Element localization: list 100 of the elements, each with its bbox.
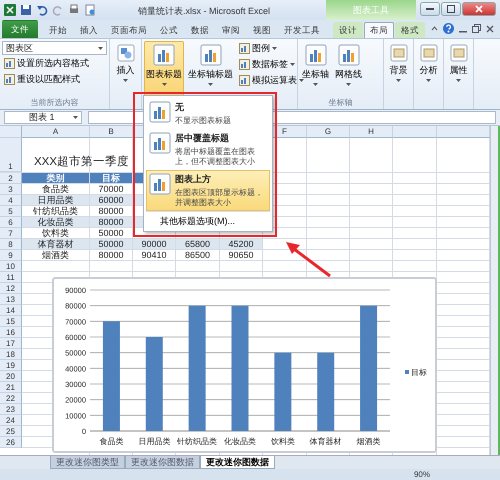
row-header[interactable]: 3 bbox=[0, 184, 22, 195]
row-header[interactable]: 8 bbox=[0, 239, 22, 250]
legend-label: 目标 bbox=[411, 368, 427, 377]
row-header[interactable]: 17 bbox=[0, 338, 22, 349]
close-icon[interactable] bbox=[486, 24, 494, 32]
column-header[interactable]: B bbox=[90, 126, 133, 138]
more-options-item[interactable]: 其他标题选项(M)... bbox=[146, 211, 270, 229]
menu-item-description: 将居中标题覆盖在图表上，但不调整图表大小 bbox=[175, 147, 256, 167]
ribbon-button[interactable]: 属性 bbox=[448, 41, 470, 109]
caret-icon bbox=[272, 47, 277, 50]
vertical-scrollbar[interactable] bbox=[490, 126, 500, 455]
caret-icon bbox=[299, 79, 304, 82]
row-header[interactable]: 6 bbox=[0, 217, 22, 228]
column-header[interactable]: H bbox=[350, 126, 393, 138]
bar-chart-icon bbox=[153, 44, 175, 66]
minimize-button[interactable] bbox=[420, 2, 440, 16]
format-command[interactable]: 重设以匹配样式 bbox=[2, 72, 107, 87]
shapes-icon bbox=[116, 44, 134, 62]
column-header[interactable]: A bbox=[22, 126, 90, 138]
insert-button[interactable]: 插入 bbox=[114, 41, 136, 109]
print-preview-icon[interactable] bbox=[68, 4, 80, 16]
menu-item[interactable]: 图表上方 在图表区顶部显示标题，并调整图表大小 bbox=[146, 170, 270, 211]
row-header[interactable]: 4 bbox=[0, 195, 22, 206]
ribbon-tab[interactable]: 开始 bbox=[43, 22, 73, 38]
row-header[interactable]: 10 bbox=[0, 261, 22, 272]
row-header[interactable]: 5 bbox=[0, 206, 22, 217]
row-header[interactable]: 22 bbox=[0, 393, 22, 404]
collapse-ribbon-icon[interactable] bbox=[431, 26, 438, 31]
ribbon-tab[interactable]: 布局 bbox=[364, 22, 394, 38]
row-header[interactable]: 2 bbox=[0, 173, 22, 184]
caret-icon bbox=[346, 83, 351, 86]
sheet-tab[interactable]: 更改迷你图类型 bbox=[50, 456, 125, 469]
row-header[interactable]: 24 bbox=[0, 415, 22, 426]
maximize-icon bbox=[447, 5, 455, 13]
x-tick-label: 针纺织品类 bbox=[177, 437, 218, 446]
row-header[interactable]: 9 bbox=[0, 250, 22, 261]
row-header[interactable]: 11 bbox=[0, 272, 22, 283]
menu-item-title: 图表上方 bbox=[175, 173, 212, 186]
row-header[interactable]: 19 bbox=[0, 360, 22, 371]
format-icon bbox=[4, 58, 15, 69]
row-header[interactable]: 23 bbox=[0, 404, 22, 415]
help-icon[interactable] bbox=[443, 23, 454, 34]
maximize-button[interactable] bbox=[441, 2, 461, 16]
ribbon-tab[interactable]: 文件 bbox=[2, 20, 38, 38]
restore-icon[interactable] bbox=[472, 24, 481, 33]
caret-icon bbox=[313, 83, 318, 86]
row-header[interactable]: 14 bbox=[0, 305, 22, 316]
name-box[interactable]: 图表 1 bbox=[4, 111, 82, 124]
column-header[interactable]: G bbox=[307, 126, 350, 138]
row-header[interactable]: 1 bbox=[0, 138, 22, 172]
group-label: 当前所选内容 bbox=[30, 97, 80, 109]
chart-icon bbox=[239, 43, 250, 54]
chart-title-icon bbox=[149, 132, 171, 154]
row-header[interactable]: 20 bbox=[0, 371, 22, 382]
ribbon-tab[interactable]: 数据 bbox=[185, 22, 215, 38]
table-cell: 65800 bbox=[176, 239, 220, 250]
ribbon-tab[interactable]: 公式 bbox=[154, 22, 184, 38]
x-tick-label: 食品类 bbox=[99, 437, 124, 446]
row-header[interactable]: 16 bbox=[0, 327, 22, 338]
ribbon-tab[interactable]: 开发工具 bbox=[278, 22, 326, 38]
ribbon-tab[interactable]: 审阅 bbox=[216, 22, 246, 38]
ribbon-tab[interactable]: 页面布局 bbox=[105, 22, 153, 38]
document-icon[interactable] bbox=[84, 4, 96, 16]
table-cell: 90000 bbox=[133, 239, 176, 250]
bar-chart-icon bbox=[304, 44, 326, 66]
table-cell: 50000 bbox=[90, 239, 133, 250]
ribbon-tab[interactable]: 设计 bbox=[333, 22, 363, 38]
row-header[interactable]: 13 bbox=[0, 294, 22, 305]
ribbon-button[interactable]: 分析 bbox=[418, 41, 440, 109]
format-command[interactable]: 设置所选内容格式 bbox=[2, 56, 107, 71]
caret-icon bbox=[290, 63, 295, 66]
save-icon[interactable] bbox=[20, 4, 32, 16]
row-header[interactable]: 15 bbox=[0, 316, 22, 327]
panel-icon bbox=[390, 44, 408, 62]
sheet-tab[interactable]: 更改迷你图数据 bbox=[125, 456, 200, 469]
axis-button[interactable]: 网格线 bbox=[333, 41, 364, 97]
undo-icon[interactable] bbox=[36, 4, 48, 16]
row-header[interactable]: 25 bbox=[0, 426, 22, 437]
row-header[interactable]: 7 bbox=[0, 228, 22, 239]
format-icon bbox=[4, 74, 15, 85]
close-button[interactable] bbox=[462, 2, 496, 16]
chart-element-dropdown[interactable]: 图表区 bbox=[2, 41, 107, 55]
ribbon-tab[interactable]: 视图 bbox=[247, 22, 277, 38]
row-header[interactable]: 21 bbox=[0, 382, 22, 393]
group-label: 坐标轴 bbox=[328, 97, 354, 109]
panel-icon bbox=[450, 44, 468, 62]
sheet-tab[interactable]: 更改迷你图数据 bbox=[200, 456, 275, 469]
caret-icon bbox=[98, 46, 103, 50]
ribbon-tab[interactable]: 格式 bbox=[395, 22, 425, 38]
chart-icon bbox=[239, 75, 250, 86]
row-header[interactable]: 18 bbox=[0, 349, 22, 360]
menu-item-description: 在图表区顶部显示标题，并调整图表大小 bbox=[175, 188, 263, 208]
ribbon-tab[interactable]: 插入 bbox=[74, 22, 104, 38]
legend-marker bbox=[405, 370, 409, 374]
close-icon bbox=[475, 5, 483, 13]
ribbon-button[interactable]: 背景 bbox=[388, 41, 410, 109]
bar-chart-icon bbox=[338, 44, 360, 66]
row-header[interactable]: 26 bbox=[0, 437, 22, 448]
bar-chart-icon bbox=[200, 44, 222, 66]
row-header[interactable]: 12 bbox=[0, 283, 22, 294]
